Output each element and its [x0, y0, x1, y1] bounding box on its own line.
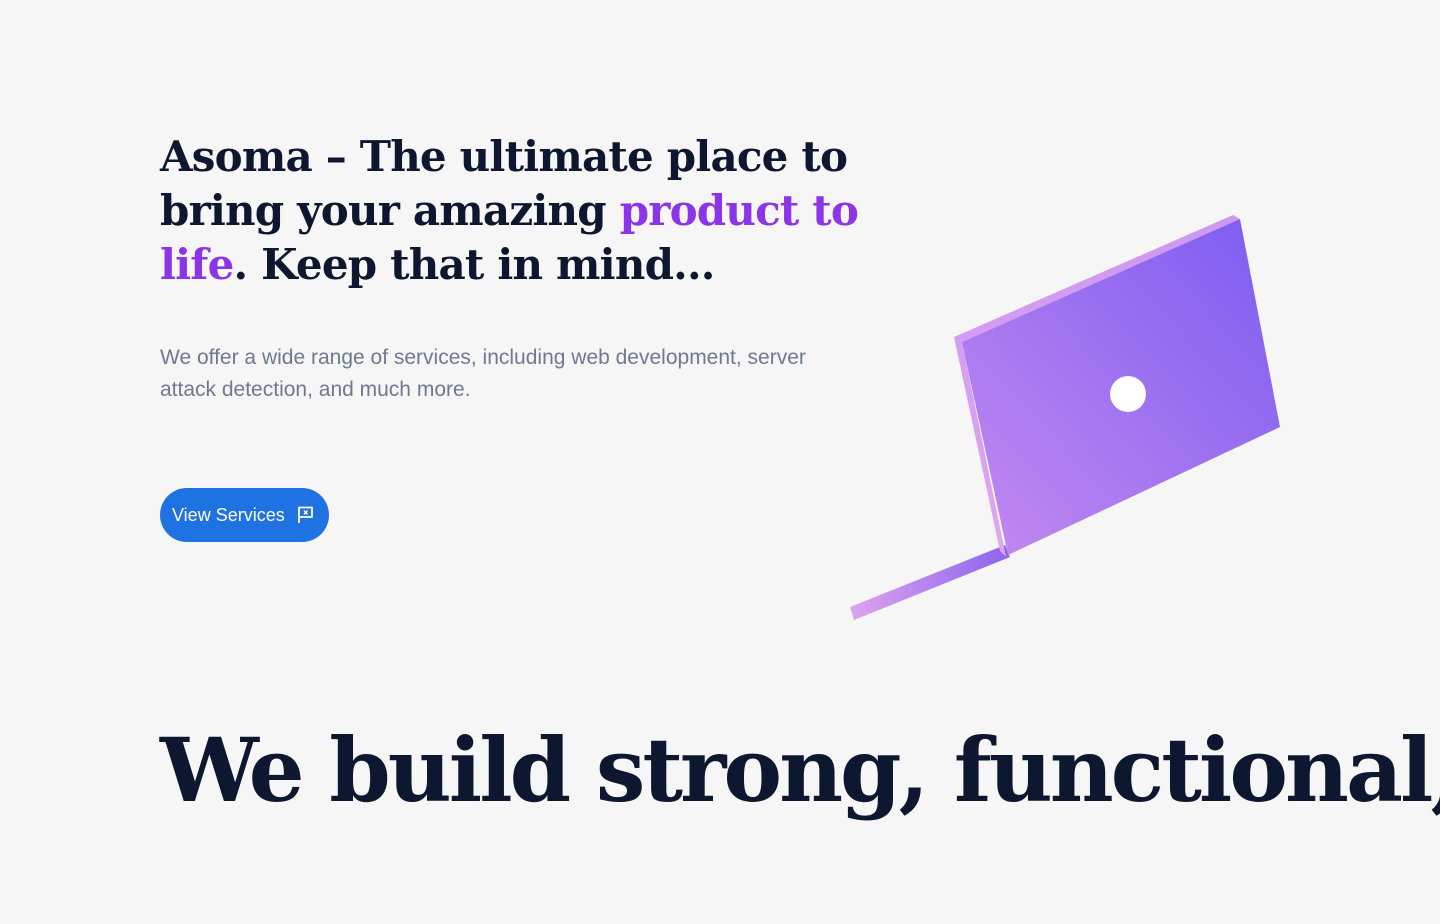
- section-heading: We build strong, functional, and: [160, 718, 1440, 822]
- hero-title-part2: . Keep that in mind...: [233, 240, 716, 289]
- view-services-label: View Services: [172, 504, 285, 525]
- hero-description: We offer a wide range of services, inclu…: [160, 346, 806, 401]
- flag-icon: [295, 505, 315, 525]
- view-services-button[interactable]: View Services: [160, 488, 329, 542]
- page: Asoma – The ultimate place to bring your…: [0, 0, 1440, 924]
- laptop-illustration: [840, 205, 1300, 635]
- hero-title: Asoma – The ultimate place to bring your…: [160, 130, 920, 292]
